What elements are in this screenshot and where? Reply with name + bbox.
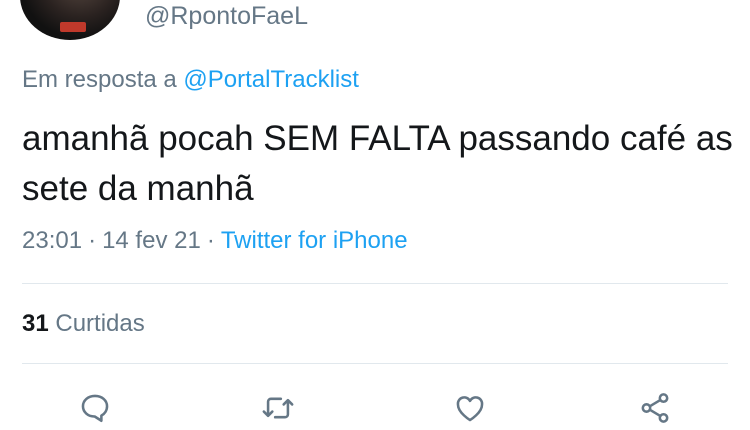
likes-summary[interactable]: 31 Curtidas	[22, 310, 145, 338]
tweet-date: 14 fev 21	[102, 227, 201, 254]
avatar[interactable]	[20, 0, 120, 40]
reply-context: Em resposta a @PortalTracklist	[22, 66, 359, 94]
share-button[interactable]	[635, 388, 675, 428]
user-handle[interactable]: @RpontoFaeL	[145, 2, 308, 31]
action-bar	[0, 388, 750, 430]
tweet-time: 23:01	[22, 227, 83, 254]
reply-button[interactable]	[75, 388, 115, 428]
retweet-icon	[262, 397, 294, 419]
likes-count: 31	[22, 310, 49, 337]
divider	[22, 363, 728, 364]
tweet-meta: 23:01 · 14 fev 21 · Twitter for iPhone	[22, 227, 408, 255]
tweet-source-link[interactable]: Twitter for iPhone	[221, 227, 408, 254]
meta-separator: ·	[206, 227, 215, 254]
divider	[22, 283, 728, 284]
comment-icon	[81, 394, 109, 423]
like-button[interactable]	[450, 388, 490, 428]
avatar-shirt-print	[60, 22, 86, 32]
tweet-text: amanhã pocah SEM FALTA passando café as …	[22, 119, 733, 208]
retweet-button[interactable]	[258, 388, 298, 428]
reply-prefix: Em resposta a	[22, 66, 177, 93]
share-icon	[641, 393, 669, 423]
meta-separator: ·	[88, 227, 97, 254]
reply-mention-link[interactable]: @PortalTracklist	[183, 66, 359, 93]
likes-label: Curtidas	[55, 310, 145, 337]
heart-icon	[456, 396, 484, 422]
